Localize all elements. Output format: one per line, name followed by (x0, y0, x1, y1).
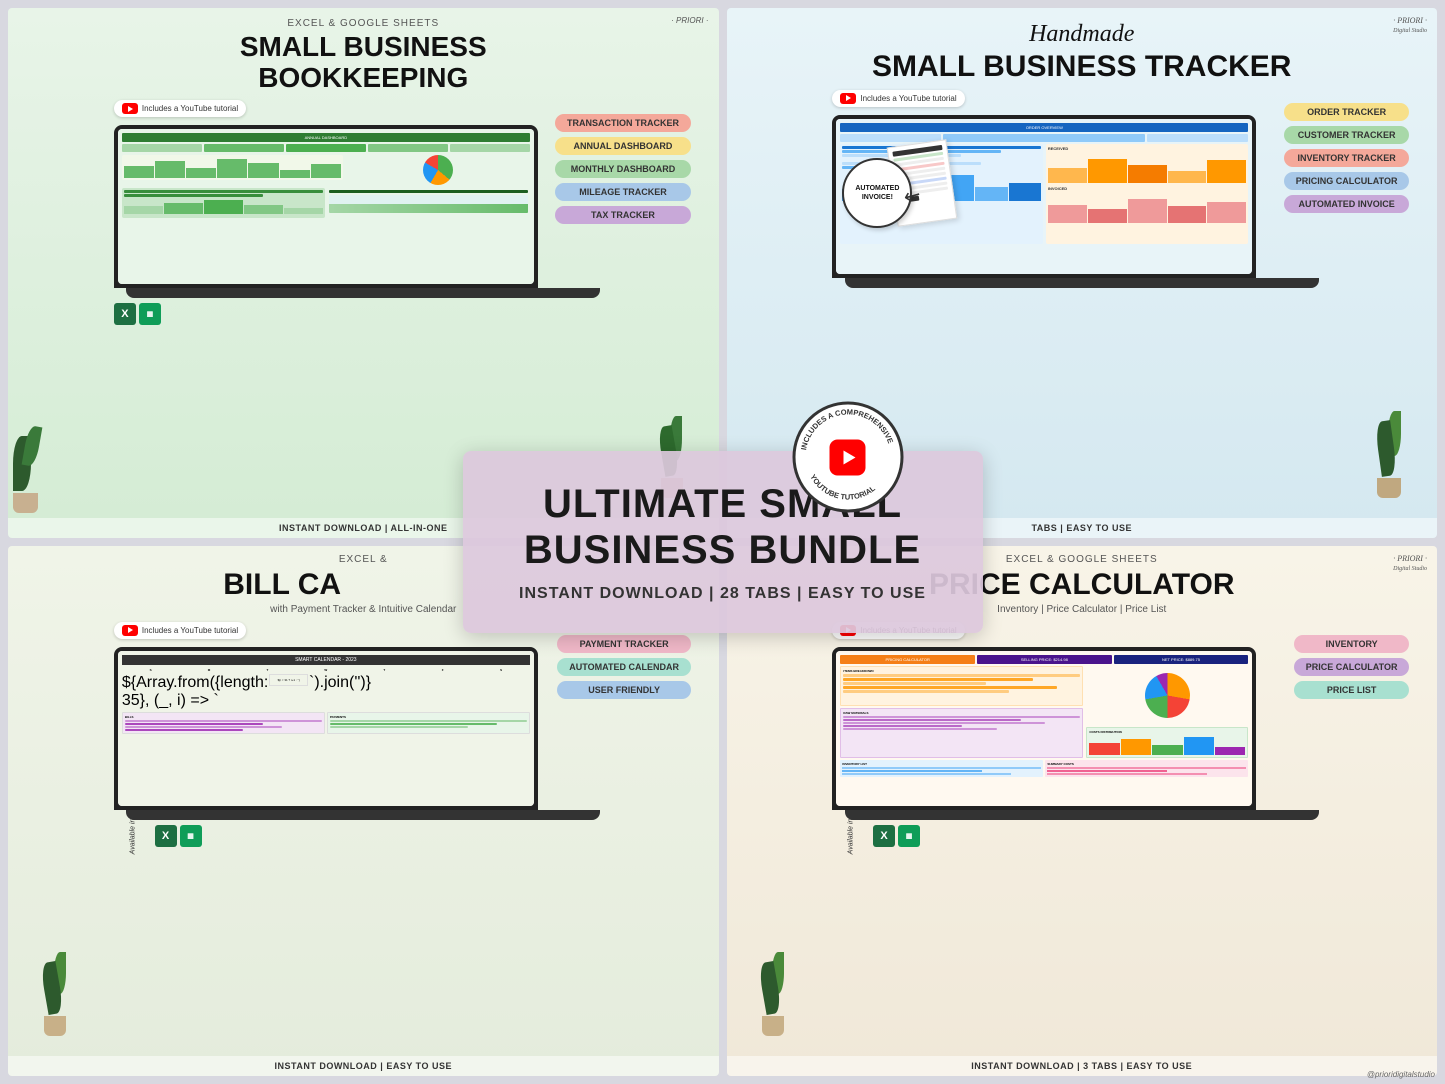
sheets-icon-q4: ▦ (898, 825, 920, 847)
q4-pills: INVENTORY PRICE CALCULATOR PRICE LIST (1294, 635, 1410, 699)
yt-badge-q3: Includes a YouTube tutorial (114, 622, 246, 639)
screen-inner-q4: PRICING CALCULATOR SELLING PRICE: $214.9… (836, 651, 1252, 806)
q1-title: Small BusinessBookkeeping (18, 32, 709, 94)
plant-left-q3 (44, 962, 66, 1036)
available-in-q3: Available in: X ▦ (114, 825, 613, 847)
yt-badge-q2: Includes a YouTube tutorial (832, 90, 964, 107)
laptop-q3: SMART CALENDAR - 2023 S M T W T F S (114, 647, 538, 810)
q3-bottom-bar: INSTANT DOWNLOAD | EASY TO USE (8, 1056, 719, 1076)
yt-circle-badge: INCLUDES A COMPREHENSIVE YOUTUBE TUTORIA… (790, 400, 905, 515)
pill-friendly: USER FRIENDLY (557, 681, 691, 699)
youtube-icon-q3 (122, 625, 138, 636)
yt-label-q1: Includes a YouTube tutorial (142, 104, 238, 113)
screen-q3: SMART CALENDAR - 2023 S M T W T F S (118, 651, 534, 806)
q2-subtitle: Handmade (737, 21, 1428, 47)
priori-logo-q1: · PRIORI · (671, 16, 708, 25)
q1-subtitle: Excel & Google Sheets (18, 18, 709, 29)
q1-header: Excel & Google Sheets Small BusinessBook… (8, 8, 719, 99)
pill-mileage: MILEAGE TRACKER (555, 183, 691, 201)
laptop-q4: PRICING CALCULATOR SELLING PRICE: $214.9… (832, 647, 1256, 810)
pill-annual: ANNUAL DASHBOARD (555, 137, 691, 155)
laptop-q1: ANNUAL DASHBOARD (114, 125, 538, 288)
pill-pricing: PRICING CALCULATOR (1284, 172, 1410, 190)
pill-tax: TAX TRACKER (555, 206, 691, 224)
pill-customer: CUSTOMER TRACKER (1284, 126, 1410, 144)
pill-order: ORDER TRACKER (1284, 103, 1410, 121)
q2-pills: ORDER TRACKER CUSTOMER TRACKER INVENTORY… (1284, 103, 1410, 213)
plant-left-q4 (762, 962, 784, 1036)
pill-calendar: AUTOMATED CALENDAR (557, 658, 691, 676)
excel-icon-q1: X (114, 303, 136, 325)
watermark: @prioridigitalstudio (1367, 1070, 1435, 1079)
available-in-q4: Available in: X ▦ (832, 825, 1331, 847)
yt-badge-q1: Includes a YouTube tutorial (114, 100, 246, 117)
screen-inner-q3: SMART CALENDAR - 2023 S M T W T F S (118, 651, 534, 806)
pill-monthly: MONTHLY DASHBOARD (555, 160, 691, 178)
sheets-icon-q1: ▦ (139, 303, 161, 325)
yt-label-q2: Includes a YouTube tutorial (860, 94, 956, 103)
youtube-icon-q1 (122, 103, 138, 114)
pill-price-list: PRICE LIST (1294, 681, 1410, 699)
laptop-base-q3 (126, 810, 600, 820)
screen-q1: ANNUAL DASHBOARD (118, 129, 534, 284)
pill-payment: PAYMENT TRACKER (557, 635, 691, 653)
available-in-q1: X ▦ (114, 303, 613, 325)
yt-label-q3: Includes a YouTube tutorial (142, 626, 238, 635)
pill-price-calc: PRICE CALCULATOR (1294, 658, 1410, 676)
pill-inventory: INVENTORY TRACKER (1284, 149, 1410, 167)
yt-circle-icon (830, 439, 866, 475)
q4-bottom-bar: INSTANT DOWNLOAD | 3 TABS | EASY TO USE (727, 1056, 1438, 1076)
sheets-icon-q3: ▦ (180, 825, 202, 847)
excel-icon-q3: X (155, 825, 177, 847)
excel-icon-q4: X (873, 825, 895, 847)
q1-pills: TRANSACTION TRACKER ANNUAL DASHBOARD MON… (555, 114, 691, 224)
laptop-base-q1 (126, 288, 600, 298)
plant-left-q1 (13, 436, 38, 513)
priori-logo-q4: · PRIORI ·Digital Studio (1393, 554, 1427, 572)
q2-header: Handmade Small Business Tracker (727, 8, 1438, 88)
plant-right-q2 (1377, 421, 1401, 498)
q2-title: Small Business Tracker (737, 50, 1428, 83)
laptop-base-q2 (845, 278, 1319, 288)
screen-inner-q1: ANNUAL DASHBOARD (118, 129, 534, 284)
pill-inv: INVENTORY (1294, 635, 1410, 653)
screen-q4: PRICING CALCULATOR SELLING PRICE: $214.9… (836, 651, 1252, 806)
youtube-icon-q2 (840, 93, 856, 104)
pill-invoice: AUTOMATED INVOICE (1284, 195, 1410, 213)
pill-transaction: TRANSACTION TRACKER (555, 114, 691, 132)
q3-pills: PAYMENT TRACKER AUTOMATED CALENDAR USER … (557, 635, 691, 699)
laptop-base-q4 (845, 810, 1319, 820)
priori-logo-q2: · PRIORI ·Digital Studio (1393, 16, 1427, 34)
overlay-subtitle: INSTANT DOWNLOAD | 28 TABS | EASY TO USE (513, 585, 933, 603)
